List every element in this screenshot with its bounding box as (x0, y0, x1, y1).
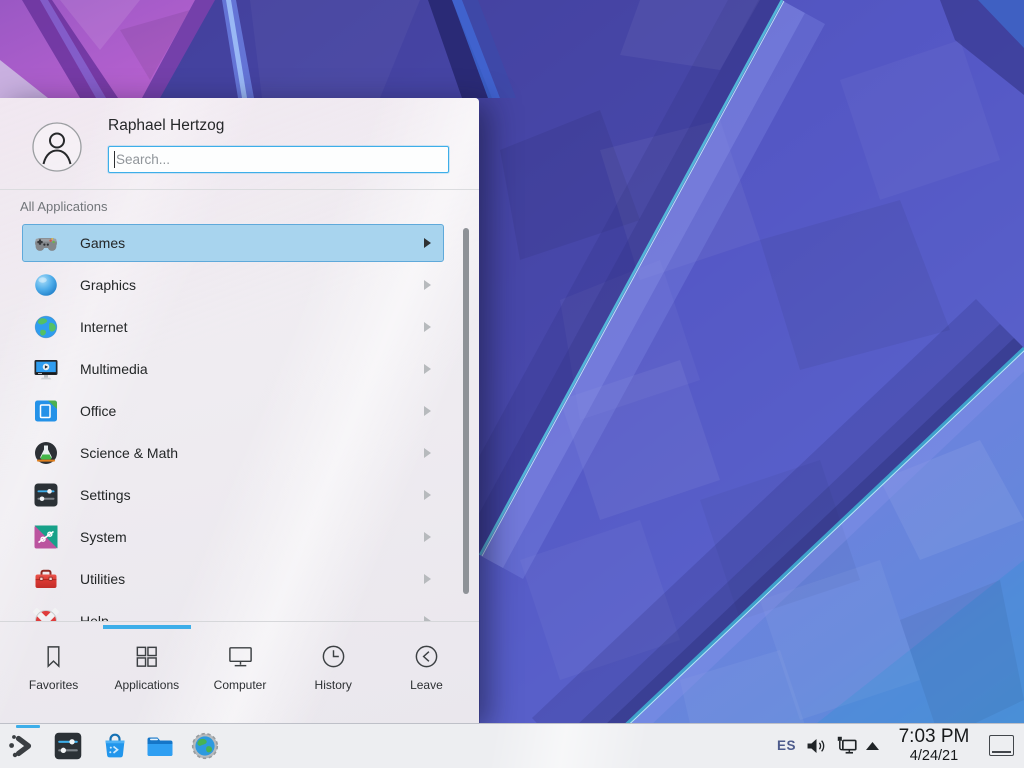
category-label: Help (80, 613, 109, 621)
taskbar-icon-file-manager[interactable] (145, 731, 175, 761)
tabbar-divider (0, 621, 479, 622)
grid-icon (133, 643, 160, 670)
category-label: Games (80, 235, 125, 251)
tray-expander-icon[interactable] (865, 740, 880, 751)
category-label: Graphics (80, 277, 136, 293)
user-name: Raphael Hertzog (108, 117, 224, 135)
submenu-arrow-icon (424, 280, 431, 290)
leave-icon (413, 643, 440, 670)
system-icon (33, 524, 59, 550)
gamepad-icon (33, 230, 59, 256)
network-icon[interactable] (835, 734, 859, 758)
sphere-icon (33, 272, 59, 298)
category-label: Internet (80, 319, 127, 335)
active-tab-indicator (103, 625, 191, 629)
list-scrollbar[interactable] (463, 228, 469, 594)
taskbar-icon-web-browser[interactable] (190, 731, 220, 761)
toolbox-icon (33, 566, 59, 592)
clock-date: 4/24/21 (884, 748, 984, 765)
category-row-help[interactable]: Help (22, 602, 444, 621)
category-row-utilities[interactable]: Utilities (22, 560, 444, 598)
category-label: Office (80, 403, 116, 419)
category-row-graphics[interactable]: Graphics (22, 266, 444, 304)
office-icon (33, 398, 59, 424)
multimedia-icon (33, 356, 59, 382)
taskbar-icon-application-launcher[interactable] (8, 731, 38, 761)
desktop: Raphael Hertzog All Applications Games G… (0, 0, 1024, 768)
tab-label: Leave (410, 678, 443, 692)
kicker-icon (8, 731, 38, 761)
search-input[interactable] (109, 147, 448, 172)
search-box (108, 146, 449, 173)
taskbar: ES 7:03 PM 4/24/21 (0, 723, 1024, 768)
taskbar-icon-system-settings[interactable] (53, 731, 83, 761)
category-row-internet[interactable]: Internet (22, 308, 444, 346)
taskbar-icon-discover[interactable] (100, 731, 130, 761)
sliders-icon (33, 482, 59, 508)
folder-icon (145, 731, 175, 761)
lifebuoy-icon (33, 608, 59, 621)
category-row-games[interactable]: Games (22, 224, 444, 262)
user-avatar[interactable] (32, 122, 82, 172)
category-label: Science & Math (80, 445, 178, 461)
category-label: Settings (80, 487, 131, 503)
header-divider (0, 189, 479, 190)
tab-leave[interactable]: Leave (380, 633, 473, 692)
show-desktop-button[interactable] (989, 735, 1014, 756)
category-label: Multimedia (80, 361, 148, 377)
category-row-multimedia[interactable]: Multimedia (22, 350, 444, 388)
submenu-arrow-icon (424, 490, 431, 500)
category-row-system[interactable]: System (22, 518, 444, 556)
category-label: Utilities (80, 571, 125, 587)
application-launcher: Raphael Hertzog All Applications Games G… (0, 98, 479, 723)
science-icon (33, 440, 59, 466)
tab-label: History (315, 678, 352, 692)
globe-icon (33, 314, 59, 340)
show-desktop-glyph (992, 751, 1011, 753)
submenu-arrow-icon (424, 574, 431, 584)
tab-label: Favorites (29, 678, 78, 692)
bookmark-icon (40, 643, 67, 670)
tab-computer[interactable]: Computer (193, 633, 286, 692)
tab-history[interactable]: History (287, 633, 380, 692)
tab-favorites[interactable]: Favorites (7, 633, 100, 692)
submenu-arrow-icon (424, 322, 431, 332)
submenu-arrow-icon (424, 532, 431, 542)
launcher-tabbar: Favorites Applications Computer History … (7, 633, 473, 692)
submenu-arrow-icon (424, 364, 431, 374)
submenu-arrow-icon (424, 448, 431, 458)
tab-label: Applications (114, 678, 179, 692)
launcher-open-indicator (16, 725, 40, 728)
clock-time: 7:03 PM (884, 726, 984, 748)
section-label: All Applications (20, 199, 107, 214)
clock-icon (320, 643, 347, 670)
discover-icon (100, 731, 130, 761)
category-label: System (80, 529, 127, 545)
category-row-office[interactable]: Office (22, 392, 444, 430)
submenu-arrow-icon (424, 406, 431, 416)
category-row-settings[interactable]: Settings (22, 476, 444, 514)
konqueror-icon (190, 731, 220, 761)
category-row-science-math[interactable]: Science & Math (22, 434, 444, 472)
category-list: Games Graphics Internet Multimedia Offic… (0, 222, 479, 621)
monitor-icon (227, 643, 254, 670)
tab-label: Computer (214, 678, 267, 692)
volume-icon[interactable] (805, 735, 827, 757)
digital-clock[interactable]: 7:03 PM 4/24/21 (884, 726, 984, 765)
sliders-icon (53, 731, 83, 761)
keyboard-layout-indicator[interactable]: ES (777, 738, 796, 753)
tab-applications[interactable]: Applications (100, 633, 193, 692)
submenu-arrow-icon (424, 238, 431, 248)
text-cursor (114, 151, 115, 168)
